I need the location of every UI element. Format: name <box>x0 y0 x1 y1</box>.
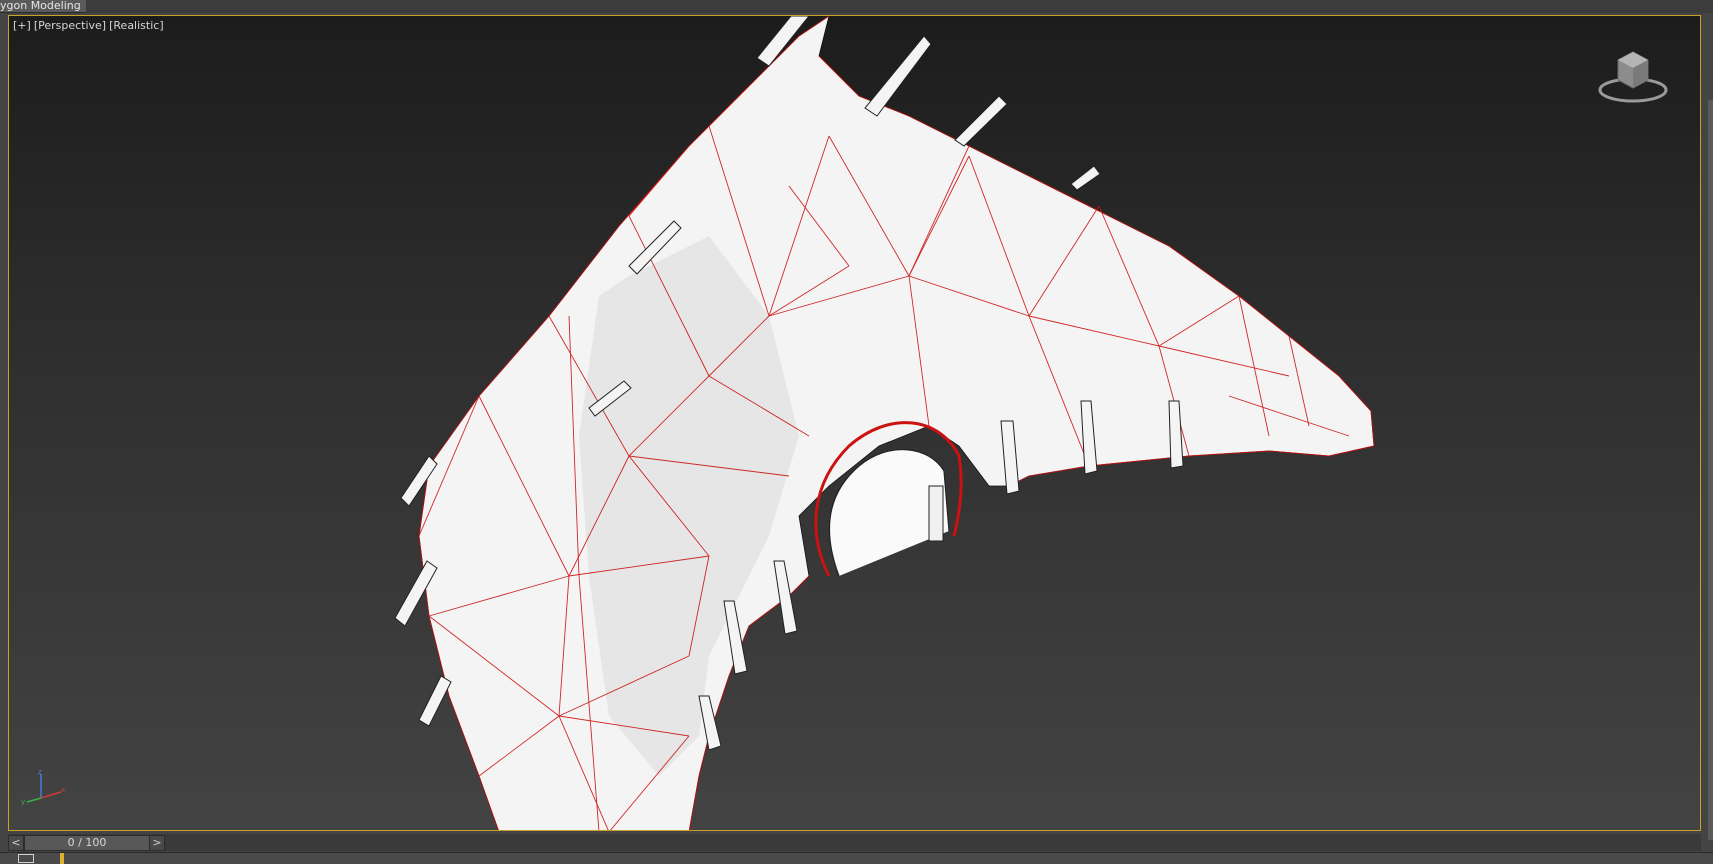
svg-text:y: y <box>21 798 25 806</box>
axis-tripod-icon: z x y <box>21 768 65 806</box>
mesh-model <box>394 16 1375 830</box>
viewport-shading-label[interactable]: [Realistic] <box>109 19 164 32</box>
ribbon-strip <box>86 0 1713 13</box>
ribbon-tab-polygon-modeling[interactable]: ygon Modeling <box>0 0 88 13</box>
time-slider-bar: < 0 / 100 > <box>8 834 1701 851</box>
right-panel-edge <box>1708 100 1713 840</box>
svg-text:z: z <box>38 768 42 776</box>
time-next-button[interactable]: > <box>149 835 165 851</box>
viewcube-icon[interactable] <box>1596 46 1670 106</box>
time-slider-thumb[interactable]: 0 / 100 <box>24 835 150 851</box>
track-bar[interactable] <box>0 852 1713 864</box>
viewport-view-label[interactable]: [Perspective] <box>34 19 106 32</box>
svg-text:x: x <box>61 786 65 794</box>
perspective-viewport[interactable]: [+] [Perspective] [Realistic] z x y <box>8 15 1701 831</box>
viewport-label[interactable]: [+] [Perspective] [Realistic] <box>13 19 167 32</box>
track-view-icon[interactable] <box>18 854 34 863</box>
playhead-marker[interactable] <box>60 853 64 864</box>
time-prev-button[interactable]: < <box>8 835 24 851</box>
viewport-menu-plus[interactable]: [+] <box>13 19 31 32</box>
